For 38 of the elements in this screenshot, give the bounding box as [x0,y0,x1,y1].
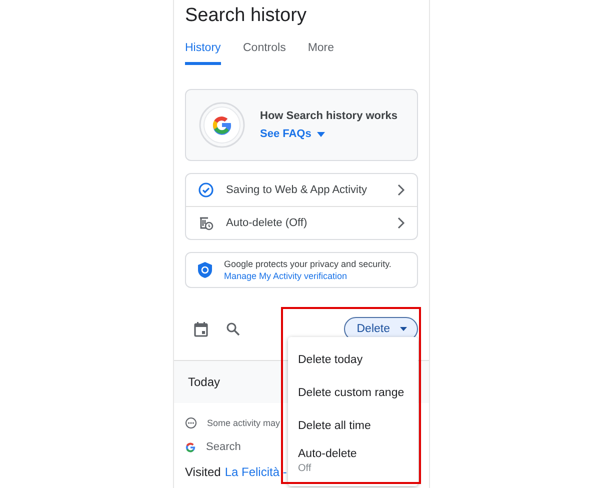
security-text: Google protects your privacy and security. [224,259,392,269]
chevron-right-icon [397,184,405,196]
tab[interactable]: History [185,40,221,65]
settings-row[interactable]: Auto-delete (Off) [186,206,417,239]
check-circle-icon [198,182,214,198]
menu-label: Delete custom range [298,386,406,398]
page-title: Search history [185,4,308,28]
menu-label: Auto-delete [298,448,358,460]
google-logo-icon [198,101,246,149]
search-icon[interactable] [226,322,240,336]
section-title: Today [188,375,220,389]
calendar-icon[interactable] [194,322,208,336]
menu-item[interactable]: Auto-delete Off [288,442,418,480]
more-dots-icon [185,417,197,429]
menu-label: Delete all time [298,420,372,432]
shield-icon [198,262,212,278]
caret-icon [317,132,326,136]
menu-label: Delete today [298,354,364,366]
verification-link[interactable]: Manage My Activity verification [224,271,392,281]
tab[interactable]: Controls [243,40,286,65]
tab[interactable]: More [308,40,334,65]
faq-link[interactable]: See FAQs [260,128,398,140]
google-g-icon [185,442,196,452]
visited-link[interactable]: La Felicità - [224,465,287,479]
setting-label: Saving to Web & App Activity [226,184,368,196]
visited-label: Visited [185,465,221,479]
menu-item[interactable]: Delete all time [288,409,418,442]
card-title: How Search history works [260,110,398,122]
menu-item[interactable]: Delete custom range [288,376,418,409]
settings-row[interactable]: Saving to Web & App Activity [186,174,417,206]
trash-clock-icon [198,215,214,231]
menu-item[interactable]: Delete today [288,343,418,376]
setting-label: Auto-delete (Off) [226,217,308,229]
activity-notice: Some activity may [207,418,280,428]
product-label: Search [206,441,241,453]
chevron-right-icon [397,217,405,229]
caret-icon [400,327,407,331]
menu-sublabel: Off [298,463,312,474]
